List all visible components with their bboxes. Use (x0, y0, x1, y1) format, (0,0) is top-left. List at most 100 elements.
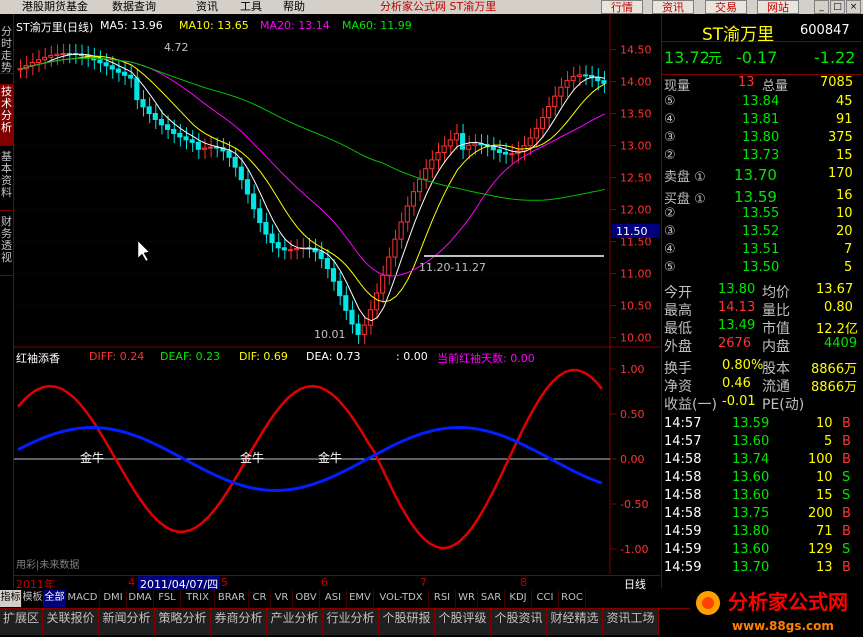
bottom-tab[interactable]: 个股资讯 (491, 609, 547, 635)
bid-price: 13.51 (742, 242, 780, 257)
ask-price: 13.81 (742, 112, 780, 127)
y-tick-label: 13.50 (620, 108, 652, 121)
candle-body (343, 295, 349, 311)
candle-body (472, 143, 478, 146)
axis-m8: 8 (520, 576, 527, 589)
indicator-tab[interactable]: RSI (429, 590, 456, 607)
candle-body (269, 233, 275, 244)
stat-value: 13.67 (816, 282, 854, 297)
menu-data-query[interactable]: 数据查询 (112, 0, 156, 14)
bottom-tab[interactable]: 行业分析 (323, 609, 379, 635)
candle-body (386, 256, 392, 276)
maximize-icon[interactable]: □ (830, 0, 845, 14)
tab-technical[interactable]: 技术分析 (0, 84, 13, 146)
indicator-tab[interactable]: SAR (478, 590, 505, 607)
quote-row: 最高 14.13 量比 0.80 (662, 300, 862, 319)
candle-body (128, 74, 134, 79)
tick-time: 14:59 (664, 524, 702, 539)
indicator-tab[interactable]: OBV (293, 590, 320, 607)
quote-row: ③ 13.52 20 (662, 224, 862, 241)
indicator-tab[interactable]: VR (271, 590, 293, 607)
y-tick-label: 10.50 (620, 300, 652, 313)
stat-value: 14.13 (718, 300, 756, 315)
trade-button[interactable]: 交易 (705, 0, 747, 14)
indicator-tab[interactable]: DMA (127, 590, 154, 607)
bottom-tab[interactable]: 个股评级 (435, 609, 491, 635)
tab-intraday[interactable]: 分时走势 (0, 24, 13, 74)
y-tick-label: 13.00 (620, 140, 652, 153)
indicator-tab[interactable]: ROC (559, 590, 586, 607)
quote-row: 最低 13.49 市值 12.2亿 (662, 318, 862, 337)
indicator-tab[interactable]: VOL-TDX (374, 590, 429, 607)
indicator-tab[interactable]: FSL (154, 590, 181, 607)
stat-value: 4409 (824, 336, 858, 351)
bottom-tab[interactable]: 扩展区 (0, 609, 43, 635)
range-label: 11.20-11.27 (419, 261, 486, 274)
stat-value: 0.46 (722, 376, 751, 391)
menu-bar: 港股期货基金 数据查询 资讯 工具 帮助 分析家公式网 ST渝万里 行情 资讯 … (0, 0, 863, 14)
stat-label: 最低 (664, 321, 692, 337)
minimize-icon[interactable]: _ (814, 0, 829, 14)
bottom-tab[interactable]: 策略分析 (155, 609, 211, 635)
time-axis: 2011年 4 2011/04/07/四 5 6 7 8 日线 (14, 575, 660, 592)
quote-row: 外盘 2676 内盘 4409 (662, 336, 862, 355)
bottom-tab[interactable]: 关联报价 (43, 609, 99, 635)
tick-price: 13.80 (732, 524, 770, 539)
indicator-tab[interactable]: 全部 (44, 590, 66, 607)
close-icon[interactable]: × (846, 0, 861, 14)
candle-body (152, 112, 158, 120)
extra-label: : 0.00 (396, 350, 428, 363)
tick-side: B (842, 452, 851, 467)
bottom-tab[interactable]: 财经精选 (547, 609, 603, 635)
kline-chart[interactable]: 14.50 14.00 13.50 13.00 12.50 12.00 11.50 11.00… (14, 14, 660, 574)
indicator-tab[interactable]: CCI (532, 590, 559, 607)
website-button[interactable]: 网站 (757, 0, 799, 14)
quote-button[interactable]: 行情 (601, 0, 643, 14)
indicator-tab[interactable]: 模板 (22, 590, 44, 607)
candle-body (441, 145, 447, 153)
indicator-tab[interactable]: TRIX (181, 590, 215, 607)
bid-volume: 10 (836, 206, 853, 221)
candle-body (238, 166, 244, 181)
candle-body (509, 153, 515, 156)
menu-help[interactable]: 帮助 (283, 0, 305, 14)
y-tick-label: 12.50 (620, 172, 652, 185)
news-button[interactable]: 资讯 (652, 0, 694, 14)
indicator-tab[interactable]: 指标 (0, 590, 22, 607)
stat-value: 13.80 (718, 282, 756, 297)
bottom-tab[interactable]: 个股研报 (379, 609, 435, 635)
bottom-tab[interactable]: 产业分析 (267, 609, 323, 635)
candle-body (177, 132, 183, 138)
candle-body (337, 280, 343, 297)
golden-bull-label-2: 金牛 (80, 450, 104, 465)
indicator-tab[interactable]: KDJ (505, 590, 532, 607)
indicator-tab[interactable]: EMV (347, 590, 374, 607)
candle-body (398, 221, 404, 240)
menu-tools[interactable]: 工具 (240, 0, 262, 14)
candle-body (201, 147, 208, 150)
bid-level: ⑤ (664, 260, 676, 275)
tick-price: 13.60 (732, 470, 770, 485)
indicator-tab[interactable]: MACD (66, 590, 100, 607)
indicator-tab[interactable]: CR (249, 590, 271, 607)
menu-news[interactable]: 资讯 (196, 0, 218, 14)
indicator-tab[interactable]: WR (456, 590, 478, 607)
indicator-tab[interactable]: DMI (100, 590, 127, 607)
candle-body (392, 238, 398, 258)
stock-code: 600847 (800, 23, 850, 38)
bottom-tab[interactable]: 新闻分析 (99, 609, 155, 635)
tick-time: 14:58 (664, 488, 702, 503)
tab-financial[interactable]: 财务透视 (0, 214, 13, 276)
site-logo: 分析家公式网 www.88gs.com (690, 585, 863, 634)
candle-body (121, 71, 128, 76)
tab-basic-info[interactable]: 基本资料 (0, 149, 13, 211)
indicator-tab[interactable]: ASI (320, 590, 347, 607)
last-price: 13.72 (664, 48, 710, 67)
bottom-tab[interactable]: 资讯工场 (603, 609, 659, 635)
axis-period[interactable]: 日线 (624, 576, 646, 592)
bottom-tab[interactable]: 券商分析 (211, 609, 267, 635)
bid-volume: 16 (836, 188, 853, 203)
menu-hk-futures[interactable]: 港股期货基金 (22, 0, 88, 14)
indicator-tab[interactable]: BRAR (215, 590, 249, 607)
candle-body (324, 258, 330, 270)
